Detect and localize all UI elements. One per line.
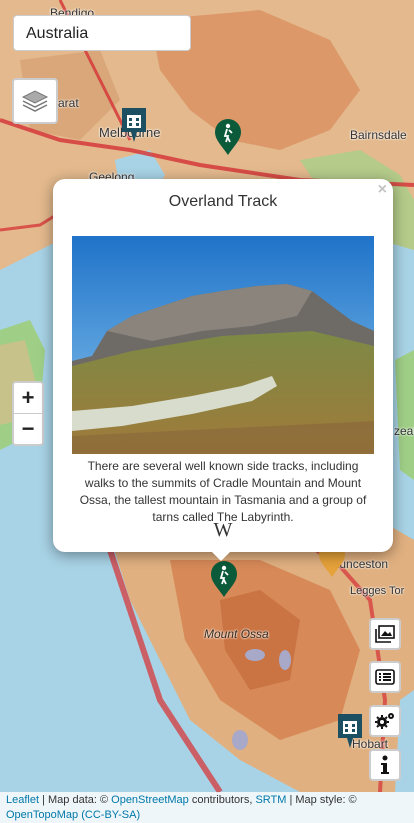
openstreetmap-link[interactable]: OpenStreetMap xyxy=(111,794,189,806)
mountain-photo xyxy=(72,236,374,454)
map-attribution: Leaflet | Map data: © OpenStreetMap cont… xyxy=(0,792,414,823)
popup-title: Overland Track xyxy=(168,193,278,210)
hiker-marker-icon[interactable] xyxy=(210,560,238,598)
popup-description: There are several well known side tracks… xyxy=(79,459,367,524)
city-marker-icon[interactable] xyxy=(336,712,364,750)
map-label-bairnsdale: Bairnsdale xyxy=(350,128,407,142)
attribution-text: | Map style: © xyxy=(286,794,357,806)
map-label-zeale: zeale xyxy=(394,424,414,438)
opentopomap-link[interactable]: OpenTopoMap xyxy=(6,809,78,821)
settings-button[interactable] xyxy=(369,705,401,737)
zoom-in-button[interactable]: + xyxy=(14,383,42,414)
search-input[interactable]: Australia xyxy=(13,15,191,51)
info-button[interactable] xyxy=(369,749,401,781)
leaflet-link[interactable]: Leaflet xyxy=(6,794,39,806)
srtm-link[interactable]: SRTM xyxy=(255,794,286,806)
city-marker-icon[interactable] xyxy=(120,106,148,144)
attribution-text: | Map data: © xyxy=(39,794,112,806)
popup-tip xyxy=(211,551,231,561)
map-label-legges-tor: Legges Tor xyxy=(350,585,405,597)
license-link[interactable]: (CC-BY-SA) xyxy=(81,809,140,821)
list-button[interactable] xyxy=(369,661,401,693)
map-label-mount-ossa: Mount Ossa xyxy=(204,627,269,641)
info-popup: × Overland Track There are several well … xyxy=(53,179,393,561)
gallery-button[interactable] xyxy=(369,618,401,650)
list-icon xyxy=(375,669,395,685)
hiker-marker-icon[interactable] xyxy=(214,118,242,156)
layers-icon xyxy=(21,90,49,112)
zoom-out-button[interactable]: − xyxy=(14,414,42,444)
image-gallery-icon xyxy=(375,625,395,643)
layers-control-button[interactable] xyxy=(12,78,58,124)
info-icon xyxy=(381,755,389,774)
zoom-control: + − xyxy=(12,381,44,446)
popup-photo[interactable] xyxy=(72,236,374,454)
attribution-text: contributors, xyxy=(188,794,256,806)
gears-icon xyxy=(375,713,394,729)
wikipedia-link-icon[interactable]: W xyxy=(53,519,393,542)
map-label-ararat: arat xyxy=(58,96,79,110)
